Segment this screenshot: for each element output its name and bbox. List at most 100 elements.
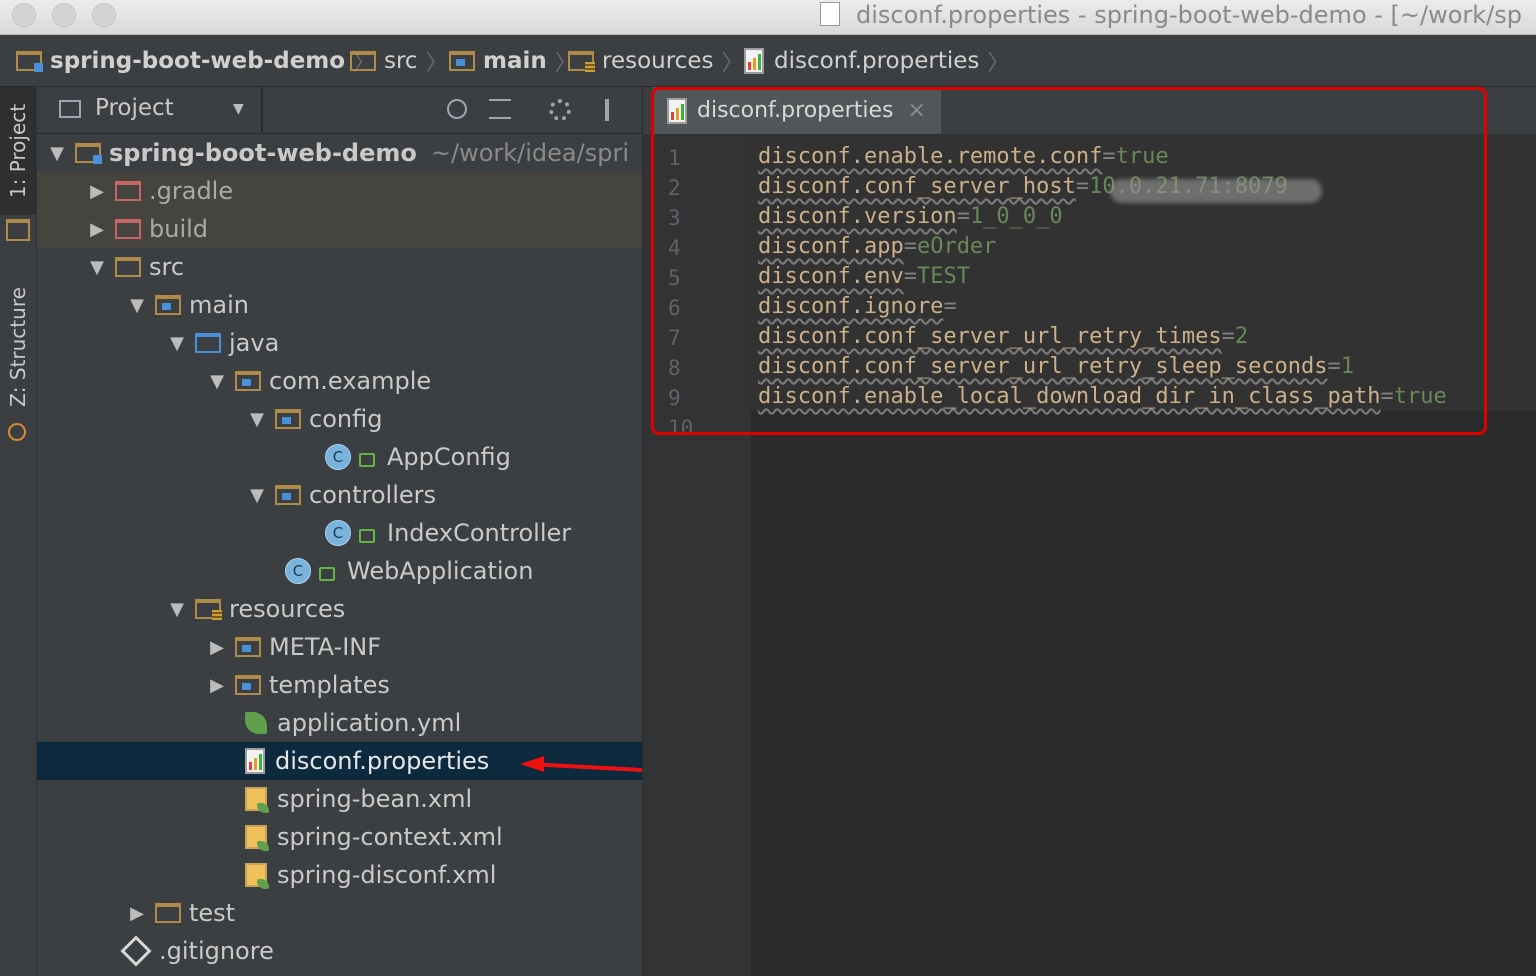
tool-tab-project[interactable]: 1: Project [0,87,36,215]
expand-arrow-icon[interactable]: ▼ [85,257,109,278]
breadcrumb-project[interactable]: spring-boot-web-demo 〉 [16,35,375,86]
breadcrumb-resources[interactable]: resources 〉 [568,35,743,86]
tree-item-com-example[interactable]: ▼ com.example [37,362,642,400]
tree-item-label: config [309,405,383,433]
annotation-arrow-head [520,756,544,772]
tree-item-templates[interactable]: ▶ templates [37,666,642,704]
tree-item-label: .gitignore [159,937,274,965]
spring-boot-class-icon: C [285,558,311,584]
tree-item-test[interactable]: ▶ test [37,894,642,932]
tree-item-src[interactable]: ▼ src [37,248,642,286]
minimize-window-button[interactable] [52,3,76,27]
tree-item-label: templates [269,671,390,699]
tree-item-spring-bean-xml[interactable]: spring-bean.xml [37,780,642,818]
tree-item-label: application.yml [277,709,462,737]
expand-arrow-icon[interactable]: ▼ [165,599,189,620]
expand-arrow-icon[interactable]: ▼ [45,143,69,164]
expand-arrow-icon[interactable]: ▼ [125,295,149,316]
tree-item-build[interactable]: ▶ build [37,210,642,248]
breadcrumb-file[interactable]: disconf.properties 〉 [744,35,1009,86]
gear-icon[interactable] [549,99,571,121]
expand-arrow-icon[interactable]: ▶ [205,637,229,658]
expand-arrow-icon[interactable]: ▼ [245,409,269,430]
tree-item-config[interactable]: ▼ config [37,400,642,438]
tree-item-main[interactable]: ▼ main [37,286,642,324]
folder-icon [350,50,376,71]
tree-item-spring-context-xml[interactable]: spring-context.xml [37,818,642,856]
spring-config-icon [245,712,267,734]
expand-arrow-icon[interactable]: ▶ [125,903,149,924]
expand-arrow-icon[interactable]: ▶ [85,181,109,202]
tree-item-java[interactable]: ▼ java [37,324,642,362]
excluded-folder-icon [115,219,141,239]
tree-item-label: com.example [269,367,432,395]
breadcrumb-separator-icon: 〉 [987,50,1010,76]
package-icon [275,409,301,429]
tree-item-meta-inf[interactable]: ▶ META-INF [37,628,642,666]
tree-item-project-root[interactable]: ▼ spring-boot-web-demo ~/work/idea/spri [37,134,642,172]
tree-item-label: java [229,329,280,357]
annotation-highlight-box [651,87,1487,435]
class-icon: C [325,520,351,546]
tree-item-label: build [149,215,209,243]
tree-item-gradle[interactable]: ▶ .gradle [37,172,642,210]
breadcrumb-label: disconf.properties [774,47,980,74]
collapse-all-icon[interactable] [489,99,511,119]
tree-item-path: ~/work/idea/spri [430,139,629,167]
tree-item-label: disconf.properties [275,747,490,775]
tree-item-label: spring-context.xml [277,823,503,851]
window-title-bar: disconf.properties - spring-boot-web-dem… [0,0,1536,35]
project-folder-icon [75,143,102,164]
project-tree: ▼ spring-boot-web-demo ~/work/idea/spri … [37,134,642,976]
tree-item-label: AppConfig [387,443,511,471]
tree-item-label: .gradle [149,177,234,205]
folder-icon [235,675,261,695]
package-icon [235,371,261,391]
tree-item-label: resources [229,595,346,623]
tree-item-resources[interactable]: ▼ resources [37,590,642,628]
tree-item-disconf-properties[interactable]: disconf.properties [37,742,642,780]
tree-item-gitignore[interactable]: .gitignore [37,932,642,970]
spring-xml-icon [245,825,269,851]
tree-item-indexcontroller[interactable]: C IndexController [37,514,642,552]
expand-arrow-icon[interactable]: ▼ [245,485,269,506]
breadcrumb-label: main [483,47,547,74]
tool-tab-structure[interactable]: Z: Structure [0,277,36,417]
breadcrumb-src[interactable]: src 〉 [350,35,448,86]
expand-arrow-icon[interactable]: ▶ [85,219,109,240]
document-icon [820,2,840,26]
tree-item-webapplication[interactable]: C WebApplication [37,552,642,590]
breadcrumb-label: spring-boot-web-demo [50,47,346,74]
expand-arrow-icon[interactable]: ▶ [205,675,229,696]
tree-item-spring-disconf-xml[interactable]: spring-disconf.xml [37,856,642,894]
expand-arrow-icon[interactable]: ▼ [205,371,229,392]
navigation-bar: spring-boot-web-demo 〉 src 〉 main 〉 reso… [0,35,1536,87]
tree-item-label: spring-bean.xml [277,785,473,813]
resources-folder-icon [195,599,222,620]
tree-item-appconfig[interactable]: C AppConfig [37,438,642,476]
tree-item-controllers[interactable]: ▼ controllers [37,476,642,514]
source-folder-icon [195,333,221,353]
excluded-folder-icon [115,181,141,201]
lock-icon [359,529,375,543]
tree-item-label: src [149,253,185,281]
tree-item-label: META-INF [269,633,382,661]
tree-item-label: IndexController [387,519,572,547]
package-icon [275,485,301,505]
breadcrumb-label: src [384,47,418,74]
structure-icon [8,423,26,441]
expand-arrow-icon[interactable]: ▼ [165,333,189,354]
project-view-selector[interactable]: Project [95,95,174,121]
breadcrumb-main[interactable]: main 〉 [449,35,577,86]
locate-file-icon[interactable] [447,99,467,119]
chevron-down-icon[interactable]: ▼ [233,101,244,117]
tree-item-label: main [189,291,249,319]
spring-xml-icon [245,863,269,889]
close-window-button[interactable] [12,3,36,27]
tree-item-label: controllers [309,481,436,509]
project-folder-icon [16,50,43,72]
zoom-window-button[interactable] [92,3,116,27]
hide-panel-icon[interactable] [605,99,609,121]
tree-item-application-yml[interactable]: application.yml [37,704,642,742]
lock-icon [359,453,375,467]
